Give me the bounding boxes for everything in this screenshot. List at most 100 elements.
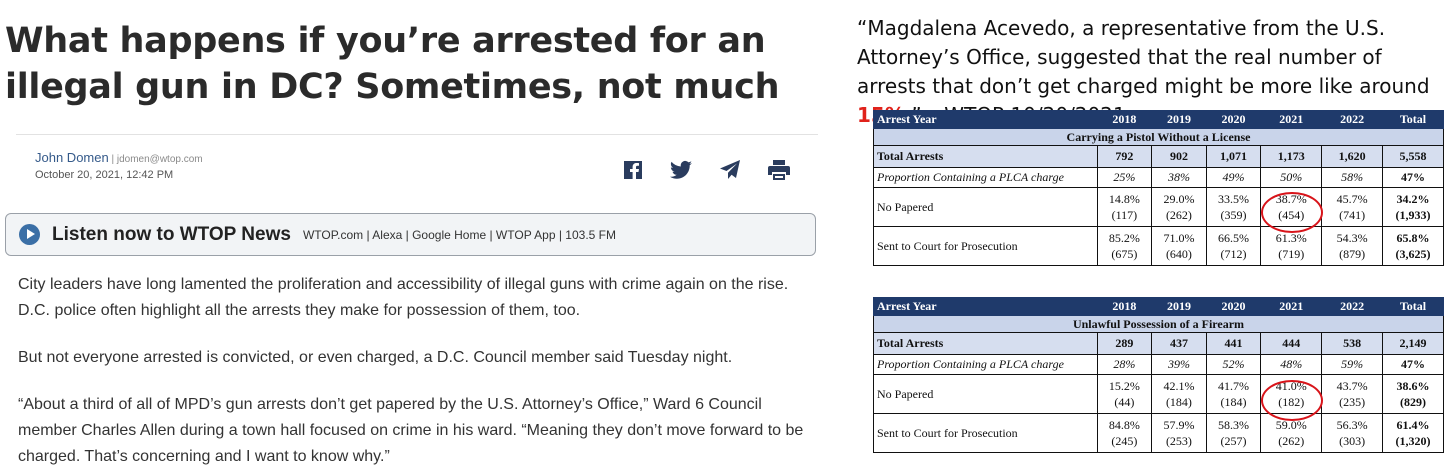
listen-now-banner[interactable]: Listen now to WTOP News WTOP.com | Alexa… xyxy=(5,213,816,256)
column-header: 2018 xyxy=(1096,297,1153,316)
table-row: Total Arrests 792 902 1,071 1,173 1,620 5,558 xyxy=(873,145,1444,168)
table-subtitle: Carrying a Pistol Without a License xyxy=(873,128,1444,146)
table-row: Sent to Court for Prosecution 85.2% (675) 7… xyxy=(873,226,1444,266)
row-label: Proportion Containing a PLCA charge xyxy=(873,354,1098,375)
table-subtitle-row: Unlawful Possession of a Firearm xyxy=(873,315,1444,333)
table-cell: 33.5% (359) xyxy=(1205,187,1262,227)
play-icon[interactable] xyxy=(19,224,40,245)
twitter-icon[interactable] xyxy=(668,158,694,182)
cell-percent: 42.1% xyxy=(1163,379,1195,393)
cell-count: (879) xyxy=(1339,247,1366,261)
table-cell: 437 xyxy=(1151,332,1207,355)
cell-count: (262) xyxy=(1278,434,1305,448)
cell-count: (719) xyxy=(1278,247,1305,261)
table-cell: 25% xyxy=(1096,167,1153,188)
cell-count: (3,625) xyxy=(1395,247,1431,261)
column-header: 2021 xyxy=(1260,110,1323,129)
cell-count: (184) xyxy=(1220,395,1247,409)
facebook-icon[interactable] xyxy=(620,158,646,182)
cell-percent: 14.8% xyxy=(1108,192,1140,206)
article: What happens if you’re arrested for an i… xyxy=(0,0,840,475)
column-header: 2018 xyxy=(1096,110,1153,129)
author-email[interactable]: jdomen@wtop.com xyxy=(117,154,203,165)
arrest-table: Arrest Year 2018 2019 2020 2021 2022 Total Unla… xyxy=(873,297,1444,453)
table-cell: 43.7% (235) xyxy=(1321,374,1384,414)
table-cell: 14.8% (117) xyxy=(1096,187,1153,227)
table-cell: 1,071 xyxy=(1205,145,1262,168)
table-header-row: Arrest Year 2018 2019 2020 2021 2022 Total xyxy=(873,110,1444,129)
quote-text: “Magdalena Acevedo, a representative fro… xyxy=(857,16,1430,98)
table-cell: 29.0% (262) xyxy=(1151,187,1207,227)
table-cell: 48% xyxy=(1260,354,1323,375)
cell-count: (1,933) xyxy=(1395,208,1431,222)
highlight-circle xyxy=(1261,380,1323,421)
table-cell: 28% xyxy=(1096,354,1153,375)
cell-percent: 33.5% xyxy=(1218,192,1250,206)
table-cell: 5,558 xyxy=(1382,145,1444,168)
table-subtitle-row: Carrying a Pistol Without a License xyxy=(873,128,1444,146)
table-cell: 45.7% (741) xyxy=(1321,187,1384,227)
cell-count: (184) xyxy=(1165,395,1192,409)
table-cell: 84.8% (245) xyxy=(1096,413,1153,453)
table-cell: 58% xyxy=(1321,167,1384,188)
table-cell: 1,173 xyxy=(1260,145,1323,168)
cell-count: (829) xyxy=(1400,395,1427,409)
author-link[interactable]: John Domen xyxy=(35,150,109,165)
table-cell: 85.2% (675) xyxy=(1096,226,1153,266)
cell-count: (359) xyxy=(1220,208,1247,222)
table-cell: 792 xyxy=(1096,145,1153,168)
row-label: Sent to Court for Prosecution xyxy=(873,413,1098,453)
publish-date: October 20, 2021, 12:42 PM xyxy=(35,169,174,181)
table-cell: 39% xyxy=(1151,354,1207,375)
divider xyxy=(16,134,818,135)
column-header: Total xyxy=(1382,297,1444,316)
print-icon[interactable] xyxy=(766,158,792,182)
table-row: Total Arrests 289 437 441 444 538 2,149 xyxy=(873,332,1444,355)
table-cell: 54.3% (879) xyxy=(1321,226,1384,266)
table-cell: 902 xyxy=(1151,145,1207,168)
column-header: Total xyxy=(1382,110,1444,129)
cell-count: (712) xyxy=(1220,247,1247,261)
cell-percent: 15.2% xyxy=(1108,379,1140,393)
paragraph-3: “About a third of all of MPD’s gun arres… xyxy=(18,396,804,465)
listen-platforms: WTOP.com | Alexa | Google Home | WTOP Ap… xyxy=(302,227,616,242)
listen-title: Listen now to WTOP News xyxy=(52,223,291,245)
table-cell: 71.0% (640) xyxy=(1151,226,1207,266)
table-cell: 59% xyxy=(1321,354,1384,375)
table-header-row: Arrest Year 2018 2019 2020 2021 2022 Total xyxy=(873,297,1444,316)
cell-percent: 65.8% xyxy=(1396,231,1430,245)
table-cell: 1,620 xyxy=(1321,145,1384,168)
cell-percent: 54.3% xyxy=(1336,231,1368,245)
table-cell: 65.8% (3,625) xyxy=(1382,226,1444,266)
cell-percent: 66.5% xyxy=(1218,231,1250,245)
table-cell: 61.4% (1,320) xyxy=(1382,413,1444,453)
paragraph-2: But not everyone arrested is convicted, … xyxy=(18,349,733,366)
send-icon[interactable] xyxy=(717,158,743,182)
byline: John Domen | jdomen@wtop.com October 20,… xyxy=(35,150,203,181)
table-cell: 38.6% (829) xyxy=(1382,374,1444,414)
table-cell: 289 xyxy=(1096,332,1153,355)
cell-count: (675) xyxy=(1111,247,1138,261)
table-cell: 38% xyxy=(1151,167,1207,188)
table-cell: 41.7% (184) xyxy=(1205,374,1262,414)
cell-count: (245) xyxy=(1111,434,1138,448)
table-subtitle: Unlawful Possession of a Firearm xyxy=(873,315,1444,333)
cell-percent: 85.2% xyxy=(1108,231,1140,245)
table-cell: 50% xyxy=(1260,167,1323,188)
table-cell: 57.9% (253) xyxy=(1151,413,1207,453)
cell-percent: 29.0% xyxy=(1163,192,1195,206)
cell-percent: 38.6% xyxy=(1396,379,1430,393)
cell-count: (44) xyxy=(1114,395,1135,409)
table-cell: 56.3% (303) xyxy=(1321,413,1384,453)
cell-percent: 84.8% xyxy=(1108,418,1140,432)
table-cell: 34.2% (1,933) xyxy=(1382,187,1444,227)
cell-count: (1,320) xyxy=(1395,434,1431,448)
table-cell: 49% xyxy=(1205,167,1262,188)
cell-percent: 56.3% xyxy=(1336,418,1368,432)
cell-percent: 58.3% xyxy=(1218,418,1250,432)
cell-percent: 61.4% xyxy=(1396,418,1430,432)
column-header: 2020 xyxy=(1205,110,1262,129)
cell-percent: 71.0% xyxy=(1163,231,1195,245)
cell-percent: 34.2% xyxy=(1396,192,1430,206)
table-cell: 538 xyxy=(1321,332,1384,355)
